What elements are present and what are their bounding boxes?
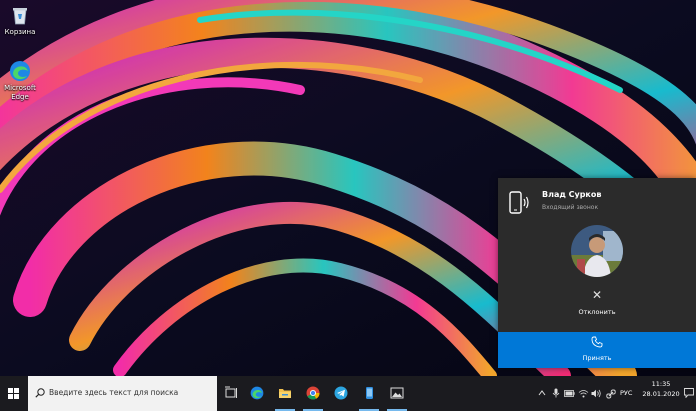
- desktop-icon-label: Microsoft Edge: [4, 84, 36, 101]
- microphone-icon: [552, 388, 560, 398]
- phone-ringing-icon: [508, 190, 532, 220]
- task-view-icon: [225, 386, 237, 398]
- phone-icon: [591, 336, 603, 348]
- decline-button[interactable]: ✕ Отклонить: [556, 288, 638, 322]
- taskbar-search-input[interactable]: Введите здесь текст для поиска: [28, 376, 217, 411]
- photos-icon: [390, 387, 404, 399]
- decline-label: Отклонить: [578, 308, 616, 316]
- taskbar: Введите здесь текст для поиска РУС 11:35…: [0, 376, 696, 411]
- caller-avatar: [571, 225, 623, 277]
- taskbar-app-file-explorer[interactable]: [272, 376, 298, 411]
- link-icon: [606, 389, 616, 399]
- desktop-icon-edge[interactable]: Microsoft Edge: [0, 60, 42, 102]
- close-icon: ✕: [591, 288, 603, 302]
- search-icon: [35, 388, 45, 398]
- chevron-up-icon: [538, 390, 546, 396]
- your-phone-icon: [366, 387, 373, 399]
- taskbar-app-photos[interactable]: [384, 376, 410, 411]
- desktop-icon-recycle-bin[interactable]: Корзина: [0, 4, 42, 37]
- language-indicator[interactable]: РУС: [620, 389, 632, 397]
- desktop-icon-label: Корзина: [4, 28, 36, 36]
- taskbar-app-edge[interactable]: [244, 376, 270, 411]
- chrome-icon: [306, 386, 320, 400]
- accept-button[interactable]: Принять: [498, 332, 696, 368]
- edge-icon: [250, 386, 264, 400]
- action-center-button[interactable]: [682, 376, 696, 411]
- accept-label: Принять: [582, 354, 612, 362]
- recycle-bin-icon: [9, 4, 31, 26]
- edge-icon: [9, 60, 31, 82]
- start-button[interactable]: [0, 376, 28, 411]
- volume-tray-button[interactable]: [590, 376, 603, 411]
- taskbar-app-your-phone[interactable]: [356, 376, 382, 411]
- task-view-button[interactable]: [218, 376, 244, 411]
- network-tray-button[interactable]: [577, 376, 590, 411]
- telegram-icon: [334, 386, 348, 400]
- speaker-icon: [591, 389, 601, 398]
- clock-time: 11:35: [651, 380, 671, 388]
- wifi-icon: [578, 390, 589, 398]
- search-placeholder: Введите здесь текст для поиска: [49, 388, 179, 397]
- battery-icon: [564, 390, 575, 397]
- taskbar-app-telegram[interactable]: [328, 376, 354, 411]
- battery-tray-button[interactable]: [563, 376, 577, 411]
- taskbar-clock[interactable]: 11:35 28.01.2020: [640, 379, 682, 399]
- file-explorer-icon: [279, 389, 291, 398]
- caller-name: Влад Сурков: [542, 190, 602, 199]
- notification-icon: [684, 388, 694, 398]
- show-hidden-icons-button[interactable]: [536, 376, 548, 411]
- call-status: Входящий звонок: [542, 204, 599, 211]
- taskbar-app-chrome[interactable]: [300, 376, 326, 411]
- incoming-call-toast: Влад Сурков Входящий звонок ✕ Отклонить …: [498, 178, 696, 368]
- microphone-tray-button[interactable]: [550, 376, 562, 411]
- windows-logo-icon: [8, 388, 19, 399]
- clock-date: 28.01.2020: [642, 390, 680, 398]
- your-phone-tray-button[interactable]: [604, 376, 618, 411]
